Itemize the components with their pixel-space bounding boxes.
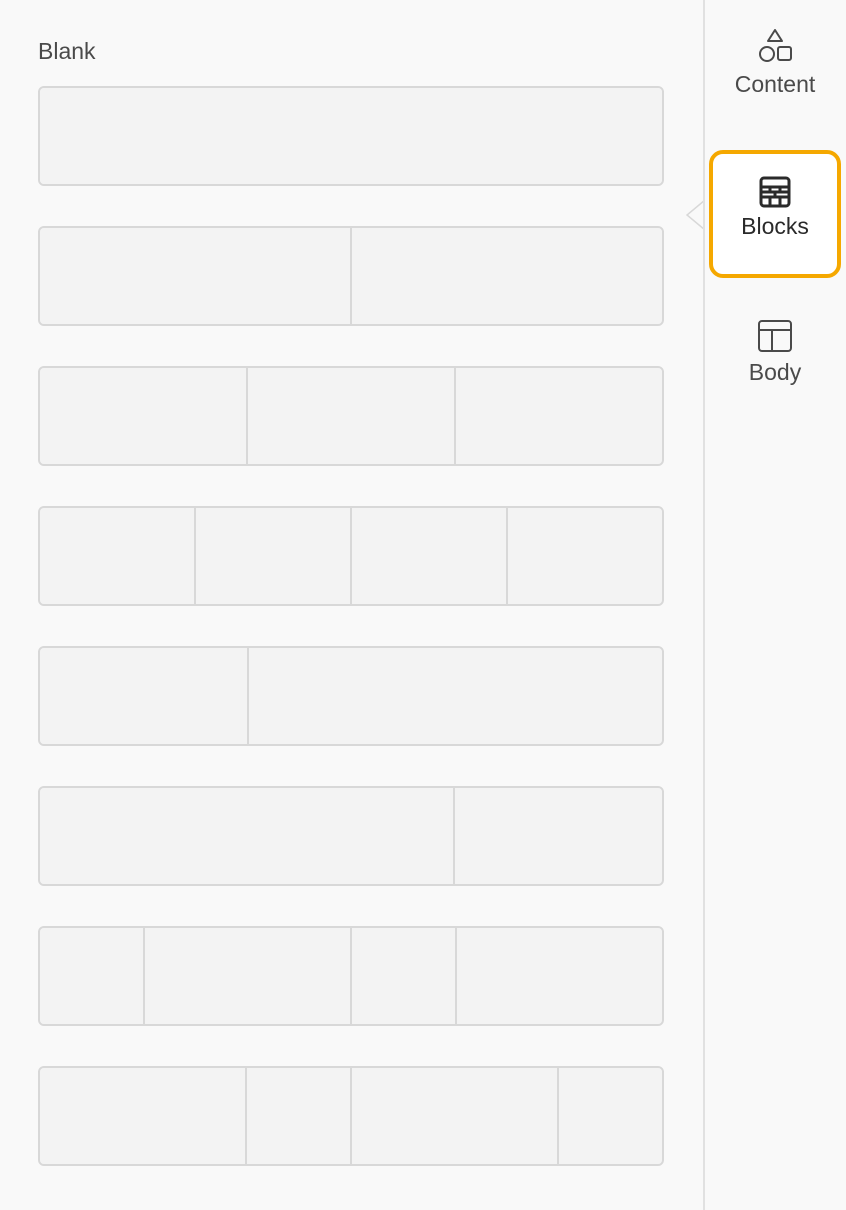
layout-column (350, 928, 455, 1024)
layout-column (557, 1068, 662, 1164)
layout-option-4-columns-equal[interactable] (38, 506, 664, 606)
sidebar-item-label: Content (734, 71, 816, 97)
layout-column (40, 788, 454, 884)
sidebar: Content Blocks Body (705, 0, 846, 1210)
layout-column (40, 88, 662, 184)
layout-column (506, 508, 662, 604)
layout-column (350, 508, 506, 604)
blocks-panel: Blank (0, 0, 703, 1210)
sidebar-item-label: Blocks (741, 213, 809, 239)
layout-option-2-1-2-1[interactable] (38, 1066, 664, 1166)
layout-column (142, 928, 350, 1024)
layout-column (40, 368, 246, 464)
layout-column (245, 1068, 350, 1164)
layout-option-1-2-1-2[interactable] (38, 926, 664, 1026)
layout-column (40, 648, 247, 744)
layout-option-1-column[interactable] (38, 86, 664, 186)
layout-column (194, 508, 350, 604)
layout-column (350, 1068, 558, 1164)
sidebar-item-blocks[interactable]: Blocks (709, 150, 841, 278)
section-label-blank: Blank (38, 38, 96, 64)
layout-list (38, 86, 664, 1166)
layout-column (454, 928, 662, 1024)
sidebar-item-label: Body (748, 359, 802, 385)
layout-column (40, 1068, 246, 1164)
layout-column (350, 228, 662, 324)
layout-option-2-columns-equal[interactable] (38, 226, 664, 326)
shapes-icon (759, 29, 792, 62)
layout-column (246, 368, 454, 464)
layout-option-1-3-2-3[interactable] (38, 646, 664, 746)
sidebar-item-content[interactable]: Content (709, 8, 841, 136)
sidebar-item-body[interactable]: Body (709, 296, 841, 424)
layout-column (454, 368, 662, 464)
layout-option-3-columns-equal[interactable] (38, 366, 664, 466)
layout-column (40, 508, 194, 604)
layout-column (453, 788, 662, 884)
layout-option-2-3-1-3[interactable] (38, 786, 664, 886)
layout-icon (758, 320, 792, 352)
layout-column (40, 228, 350, 324)
blocks-icon (759, 176, 791, 208)
layout-column (246, 648, 662, 744)
layout-column (40, 928, 143, 1024)
